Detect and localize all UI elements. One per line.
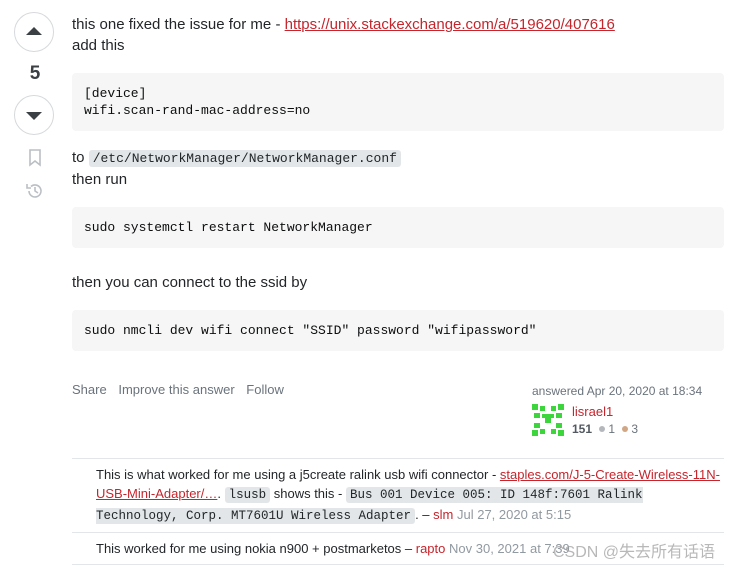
comment-text: . — [217, 486, 225, 501]
downvote-button[interactable] — [14, 95, 54, 135]
arrow-down-icon — [26, 112, 42, 120]
answered-time: answered Apr 20, 2020 at 18:34 — [532, 384, 703, 398]
reputation: 151 1 3 — [572, 422, 638, 436]
share-link[interactable]: Share — [72, 382, 107, 397]
post-paragraph: to /etc/NetworkManager/NetworkManager.co… — [72, 147, 724, 190]
comment-date[interactable]: Jul 27, 2020 at 5:15 — [457, 507, 571, 522]
comment-code: lsusb — [224, 487, 271, 503]
comment-text: This worked for me using nokia n900 + po… — [96, 541, 416, 556]
answer-link[interactable]: https://unix.stackexchange.com/a/519620/… — [285, 16, 615, 33]
silver-badge-icon — [599, 426, 606, 432]
bronze-badge-icon — [622, 426, 629, 432]
user-name[interactable]: lisrael1 — [572, 404, 613, 419]
post-text: then you can connect to the ssid by — [72, 274, 308, 291]
bookmark-icon[interactable] — [28, 149, 42, 167]
code-block-restart: sudo systemctl restart NetworkManager — [72, 207, 724, 248]
silver-badge-count: 1 — [608, 422, 616, 436]
code-block-connect: sudo nmcli dev wifi connect "SSID" passw… — [72, 310, 724, 351]
comment-date[interactable]: Nov 30, 2021 at 7:39 — [449, 541, 570, 556]
watermark: CSDN @失去所有话语 — [552, 544, 715, 561]
improve-answer-link[interactable]: Improve this answer — [118, 382, 234, 397]
user-signature: answered Apr 20, 2020 at 18:34 lisrael1 … — [532, 384, 722, 436]
post-text: to — [72, 149, 89, 166]
comment: This is what worked for me using a j5cre… — [72, 459, 724, 533]
comment-user[interactable]: slm — [433, 507, 453, 522]
post-text: add this — [72, 37, 125, 54]
post-menu: Share Improve this answer Follow — [72, 382, 292, 397]
comment-text: shows this - — [270, 486, 346, 501]
avatar[interactable] — [532, 404, 564, 436]
vote-cell: 5 — [14, 12, 56, 201]
bronze-badge-count: 3 — [631, 422, 639, 436]
code-block-config: [device] wifi.scan-rand-mac-address=no — [72, 73, 724, 131]
history-icon[interactable] — [25, 181, 45, 201]
upvote-button[interactable] — [14, 12, 54, 52]
comment-user[interactable]: rapto — [416, 541, 446, 556]
inline-code-path: /etc/NetworkManager/NetworkManager.conf — [88, 150, 401, 167]
comment-text: This is what worked for me using a j5cre… — [96, 467, 500, 482]
reputation-score: 151 — [572, 422, 593, 436]
post-text: this one fixed the issue for me - — [72, 16, 285, 33]
post-text: then run — [72, 171, 128, 188]
answer-body: this one fixed the issue for me - https:… — [72, 0, 724, 351]
arrow-up-icon — [26, 27, 42, 35]
follow-link[interactable]: Follow — [246, 382, 284, 397]
post-paragraph: this one fixed the issue for me - https:… — [72, 14, 724, 56]
comment-text: . – — [415, 507, 434, 522]
vote-count: 5 — [29, 63, 41, 84]
